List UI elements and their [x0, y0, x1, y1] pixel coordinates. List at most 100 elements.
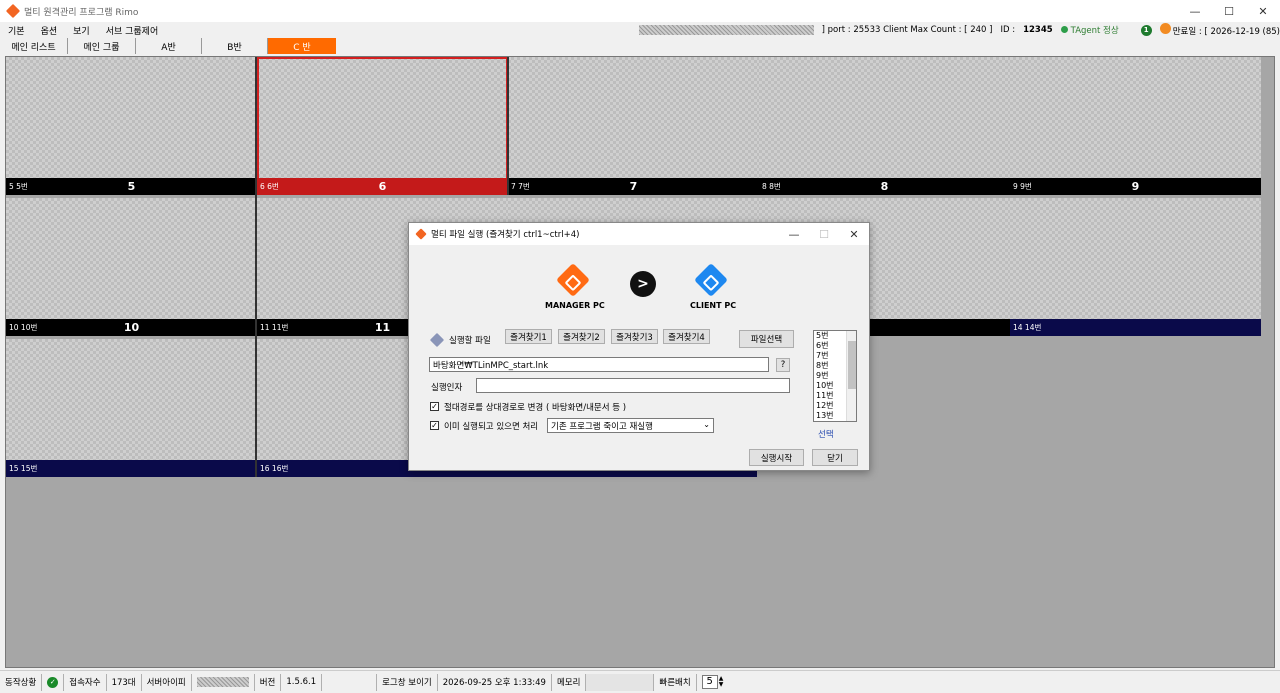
arrow-right-icon: > — [630, 271, 656, 297]
already-running-checkbox[interactable]: ✓ — [430, 421, 439, 430]
start-run-button[interactable]: 실행시작 — [749, 449, 804, 466]
already-running-label: 이미 실행되고 있으면 처리 — [444, 422, 539, 432]
tile-number: 8 — [880, 180, 889, 193]
dialog-minimize-button[interactable]: — — [779, 223, 809, 245]
tile-label: 14 14번 — [1013, 323, 1042, 332]
fast-layout-value[interactable]: 5 — [701, 675, 718, 689]
datetime: 2026-09-25 오후 1:33:49 — [438, 673, 552, 691]
client-pc-label: CLIENT PC — [690, 301, 737, 310]
memory-label: 메모리 — [552, 673, 587, 691]
file-path-input[interactable]: 바탕화면₩TLinMPC_start.lnk — [429, 357, 769, 372]
tab-main-list[interactable]: 메인 리스트 — [0, 38, 68, 54]
client-listbox[interactable]: 5번 6번 7번 8번 9번 10번 11번 12번 13번 — [813, 330, 857, 422]
multi-file-run-dialog: 멀티 파일 실행 (즐겨찾기 ctrl1~ctrl+4) — ☐ ✕ MANAG… — [408, 222, 870, 471]
args-input[interactable] — [476, 378, 790, 393]
connection-count-label: 접속자수 — [64, 673, 107, 691]
expiry-info: 만료일 : [ 2026-12-19 (85) — [1159, 23, 1280, 37]
favorite-3-button[interactable]: 즐겨찾기3 — [611, 329, 658, 344]
version-value: 1.5.6.1 — [281, 673, 323, 691]
memory-value — [586, 673, 655, 691]
tile-label: 15 15번 — [9, 464, 38, 473]
tile-number: 5 — [127, 180, 136, 193]
args-label: 실행인자 — [431, 383, 463, 393]
client-tile-14[interactable]: 14 14번 — [1010, 198, 1261, 336]
client-tile-5[interactable]: 5 5번 5 — [6, 57, 257, 195]
check-icon: ✓ — [47, 676, 59, 688]
tab-class-b[interactable]: B반 — [202, 38, 268, 54]
status-empty-cell — [322, 673, 378, 691]
client-tile-6[interactable]: 6 6번 6 — [257, 57, 508, 195]
dialog-app-icon — [415, 228, 427, 240]
relative-path-checkbox[interactable]: ✓ — [430, 402, 439, 411]
chevron-down-icon: ⌄ — [703, 420, 710, 429]
id-value: 12345 — [1023, 25, 1053, 35]
server-address-field — [638, 25, 814, 35]
menu-sub-group-control[interactable]: 서브 그룹제어 — [98, 24, 167, 37]
version-label: 버전 — [255, 673, 282, 691]
select-link[interactable]: 선택 — [818, 428, 834, 440]
manager-pc-label: MANAGER PC — [545, 301, 605, 310]
fast-layout-label: 빠른배치 — [654, 673, 697, 691]
menu-bar: 기본 옵션 보기 서브 그룹제어 ] port : 25533 Client M… — [0, 22, 1280, 38]
file-select-button[interactable]: 파일선택 — [739, 330, 794, 348]
agent-status: TAgent 정상 — [1060, 24, 1119, 36]
title-bar: 멀티 원격관리 프로그램 Rimo — ☐ ✕ — [0, 0, 1280, 22]
maximize-button[interactable]: ☐ — [1212, 0, 1246, 22]
menu-basic[interactable]: 기본 — [0, 24, 33, 37]
status-ok-icon — [1060, 26, 1068, 33]
running-option-value: 기존 프로그램 죽이고 재실행 — [551, 421, 653, 432]
tile-number: 6 — [378, 180, 387, 193]
scrollbar-thumb[interactable] — [848, 341, 856, 389]
client-tile-9[interactable]: 9 9번 9 — [1010, 57, 1261, 195]
running-option-select[interactable]: 기존 프로그램 죽이고 재실행 ⌄ — [547, 418, 714, 433]
help-button[interactable]: ? — [776, 358, 790, 372]
server-ip-masked — [196, 677, 249, 687]
close-button[interactable]: ✕ — [1246, 0, 1280, 22]
app-logo-icon — [5, 3, 21, 19]
relative-path-label: 절대경로를 상대경로로 변경 ( 바탕화면/내문서 등 ) — [444, 403, 627, 413]
menu-view[interactable]: 보기 — [65, 24, 98, 37]
server-ip-value — [192, 673, 255, 691]
state-indicator: ✓ — [42, 673, 65, 691]
rss-icon — [1159, 23, 1171, 34]
show-log-button[interactable]: 로그창 보이기 — [377, 673, 438, 691]
manager-pc-icon — [556, 263, 590, 297]
menu-options[interactable]: 옵션 — [33, 24, 66, 37]
listbox-scrollbar[interactable] — [846, 331, 856, 421]
dialog-title: 멀티 파일 실행 (즐겨찾기 ctrl1~ctrl+4) — [431, 230, 580, 240]
dialog-maximize-button: ☐ — [819, 227, 829, 241]
group-tabs: 메인 리스트 메인 그룹 A반 B반 C 반 — [0, 38, 1280, 54]
favorite-1-button[interactable]: 즐겨찾기1 — [505, 329, 552, 344]
notice-count-badge[interactable]: 1 — [1140, 24, 1152, 36]
dialog-close-text-button[interactable]: 닫기 — [812, 449, 858, 466]
minimize-button[interactable]: — — [1178, 0, 1212, 22]
tile-number: 7 — [629, 180, 638, 193]
tile-number: 10 — [123, 321, 140, 334]
client-pc-icon — [694, 263, 728, 297]
connection-count-value: 173대 — [107, 673, 142, 691]
fast-layout-stepper[interactable]: 5 ▲ ▼ — [697, 674, 729, 691]
favorite-2-button[interactable]: 즐겨찾기2 — [558, 329, 605, 344]
tab-main-group[interactable]: 메인 그룹 — [68, 38, 136, 54]
dialog-close-button[interactable]: ✕ — [839, 223, 869, 245]
file-gem-icon — [429, 332, 445, 348]
window-title: 멀티 원격관리 프로그램 Rimo — [24, 7, 139, 18]
client-tile-10[interactable]: 10 10번 10 — [6, 198, 257, 336]
tile-label: 16 16번 — [260, 464, 289, 473]
client-tile-15[interactable]: 15 15번 — [6, 339, 257, 477]
status-bar: 동작상황 ✓ 접속자수 173대 서버아이피 버전 1.5.6.1 로그창 보이… — [0, 670, 1280, 693]
stepper-arrows-icon[interactable]: ▲ ▼ — [719, 676, 724, 688]
tab-class-a[interactable]: A반 — [136, 38, 202, 54]
tile-divider — [255, 57, 257, 477]
client-tile-8[interactable]: 8 8번 8 — [759, 57, 1010, 195]
port-info: ] port : 25533 Client Max Count : [ 240 … — [821, 25, 993, 35]
top-status-area: ] port : 25533 Client Max Count : [ 240 … — [638, 22, 1280, 38]
tab-class-c[interactable]: C 반 — [268, 38, 336, 54]
client-tile-7[interactable]: 7 7번 7 — [508, 57, 759, 195]
state-label: 동작상황 — [0, 673, 43, 691]
tile-divider — [507, 57, 509, 195]
favorite-4-button[interactable]: 즐겨찾기4 — [663, 329, 710, 344]
server-ip-label: 서버아이피 — [142, 673, 192, 691]
exec-file-label: 실행할 파일 — [449, 336, 491, 346]
tile-number: 9 — [1131, 180, 1140, 193]
